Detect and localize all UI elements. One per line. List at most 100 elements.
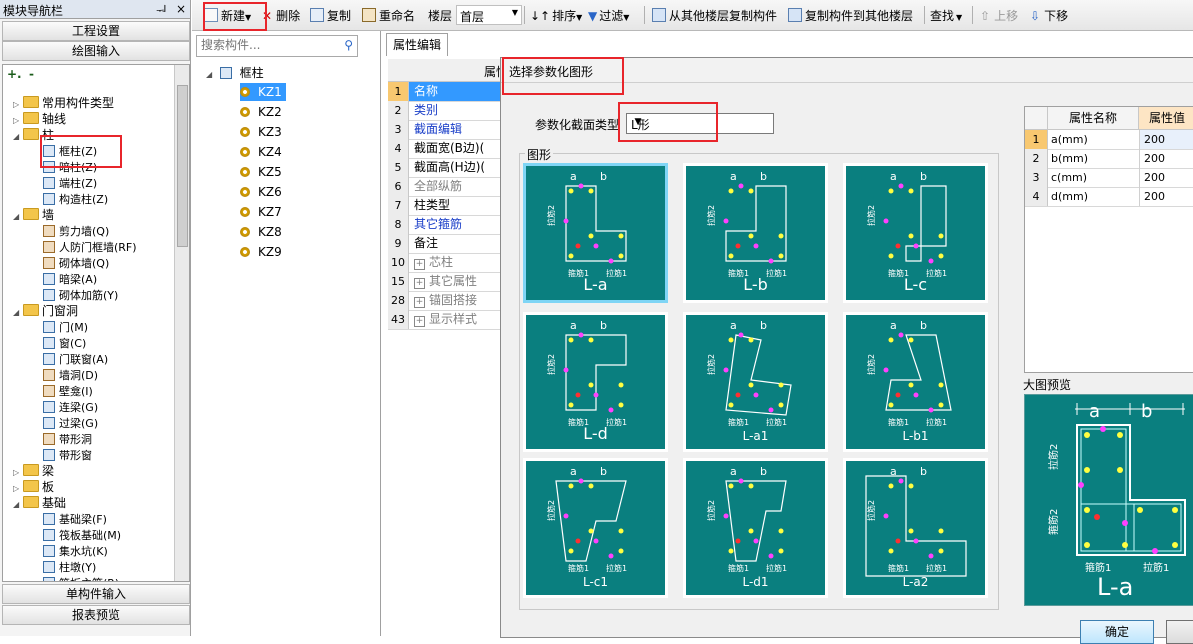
- property-row[interactable]: 6 全部纵筋: [388, 177, 512, 197]
- tree-item[interactable]: 过梁(G): [43, 415, 98, 431]
- component-item[interactable]: KZ4: [240, 143, 282, 161]
- tree-item[interactable]: ▷ 板: [13, 479, 54, 495]
- property-row[interactable]: 3 截面编辑: [388, 120, 512, 140]
- tree-item[interactable]: 人防门框墙(RF): [43, 239, 137, 255]
- tree-item[interactable]: 带形窗: [43, 447, 92, 463]
- project-settings-button[interactable]: 工程设置: [2, 21, 190, 41]
- tree-item[interactable]: 柱墩(Y): [43, 559, 96, 575]
- ok-button[interactable]: 确定: [1080, 620, 1154, 644]
- rename-button[interactable]: 重命名: [362, 7, 415, 24]
- tree-item[interactable]: 暗梁(A): [43, 271, 97, 287]
- tree-item[interactable]: ◢ 门窗洞: [13, 303, 78, 319]
- property-row[interactable]: 7 柱类型: [388, 196, 512, 216]
- collapse-all-icon[interactable]: -: [29, 67, 34, 81]
- property-row[interactable]: 2 类别: [388, 101, 512, 121]
- single-component-input-button[interactable]: 单构件输入: [2, 584, 190, 604]
- property-row[interactable]: 1 名称: [388, 82, 512, 102]
- property-row[interactable]: 10 + 芯柱: [388, 253, 512, 273]
- attribute-value[interactable]: 200: [1139, 130, 1193, 149]
- component-item[interactable]: KZ3: [240, 123, 282, 141]
- shape-option[interactable]: a b 拉筋2 箍筋1 拉筋1 L-c1: [523, 458, 668, 598]
- property-row[interactable]: 43 + 显示样式: [388, 310, 512, 330]
- tree-item[interactable]: 筏板主筋(R): [43, 575, 119, 581]
- floor-select[interactable]: 首层 ▼: [456, 5, 522, 25]
- attribute-value[interactable]: 200: [1139, 187, 1193, 206]
- tree-item[interactable]: 壁龛(I): [43, 383, 93, 399]
- tree-item[interactable]: 墙洞(D): [43, 367, 98, 383]
- shape-option[interactable]: a b 拉筋2 箍筋1 拉筋1 L-b: [683, 163, 828, 303]
- shape-option[interactable]: a b 拉筋2 箍筋1 拉筋1 L-d: [523, 312, 668, 452]
- component-item[interactable]: KZ9: [240, 243, 282, 261]
- tree-item[interactable]: 门(M): [43, 319, 88, 335]
- component-item[interactable]: KZ5: [240, 163, 282, 181]
- attribute-value[interactable]: 200: [1139, 168, 1193, 187]
- component-item[interactable]: KZ7: [240, 203, 282, 221]
- shape-option[interactable]: a b 拉筋2 箍筋1 拉筋1 L-b1: [843, 312, 988, 452]
- tree-item[interactable]: 集水坑(K): [43, 543, 108, 559]
- attribute-value[interactable]: 200: [1139, 149, 1193, 168]
- close-icon[interactable]: ×: [176, 2, 186, 16]
- tab-property-edit[interactable]: 属性编辑: [386, 33, 448, 56]
- copy-to-floor-button[interactable]: 复制构件到其他楼层: [788, 7, 913, 24]
- expand-icon[interactable]: +: [414, 316, 425, 327]
- delete-button[interactable]: ✕ 删除: [262, 7, 300, 24]
- tree-item[interactable]: ▷ 常用构件类型: [13, 95, 114, 111]
- attribute-row[interactable]: 4 d(mm) 200: [1025, 187, 1193, 207]
- filter-button[interactable]: ▼ 过滤▼: [588, 7, 629, 24]
- nav-tree-scrollbar[interactable]: [174, 65, 189, 581]
- collapse-icon[interactable]: ◢: [13, 305, 23, 321]
- tree-item[interactable]: ◢ 基础: [13, 495, 66, 511]
- attribute-row[interactable]: 1 a(mm) 200: [1025, 130, 1193, 150]
- tree-item[interactable]: 窗(C): [43, 335, 86, 351]
- pin-icon[interactable]: ᅯ: [156, 2, 167, 19]
- collapse-icon[interactable]: ◢: [206, 67, 216, 83]
- tree-root-frame-column[interactable]: ◢ 框柱: [206, 65, 264, 81]
- copy-button[interactable]: 复制: [310, 7, 351, 24]
- move-down-button[interactable]: ⇩ 下移: [1030, 7, 1068, 24]
- expand-icon[interactable]: +: [414, 278, 425, 289]
- tree-item[interactable]: ▷ 轴线: [13, 111, 66, 127]
- shape-option[interactable]: a b 拉筋2 箍筋1 拉筋1 L-c: [843, 163, 988, 303]
- property-row[interactable]: 4 截面宽(B边)(: [388, 139, 512, 159]
- drawing-input-button[interactable]: 绘图输入: [2, 41, 190, 61]
- report-preview-button[interactable]: 报表预览: [2, 605, 190, 625]
- property-row[interactable]: 9 备注: [388, 234, 512, 254]
- collapse-icon[interactable]: ◢: [13, 129, 23, 145]
- tree-item[interactable]: 剪力墙(Q): [43, 223, 109, 239]
- find-button[interactable]: 查找 ▼: [930, 7, 962, 24]
- search-input[interactable]: [197, 36, 345, 54]
- search-icon[interactable]: ⚲: [344, 38, 353, 52]
- shape-option[interactable]: a b 拉筋2 箍筋1 拉筋1 L-a: [523, 163, 668, 303]
- move-up-button[interactable]: ⇧ 上移: [980, 7, 1018, 24]
- component-item[interactable]: KZ6: [240, 183, 282, 201]
- tree-item[interactable]: 门联窗(A): [43, 351, 108, 367]
- expand-all-icon[interactable]: +.: [7, 67, 22, 81]
- tree-item[interactable]: 基础梁(F): [43, 511, 107, 527]
- copy-from-floor-button[interactable]: 从其他楼层复制构件: [652, 7, 777, 24]
- property-row[interactable]: 8 其它箍筋: [388, 215, 512, 235]
- tree-item[interactable]: ▷ 梁: [13, 463, 54, 479]
- tree-item[interactable]: 砌体墙(Q): [43, 255, 109, 271]
- component-item[interactable]: KZ8: [240, 223, 282, 241]
- expand-icon[interactable]: +: [414, 259, 425, 270]
- component-item[interactable]: KZ2: [240, 103, 282, 121]
- tree-item[interactable]: ◢ 墙: [13, 207, 54, 223]
- attribute-row[interactable]: 2 b(mm) 200: [1025, 149, 1193, 169]
- property-row[interactable]: 28 + 锚固搭接: [388, 291, 512, 311]
- property-row[interactable]: 15 + 其它属性: [388, 272, 512, 292]
- tree-item[interactable]: 端柱(Z): [43, 175, 97, 191]
- collapse-icon[interactable]: ◢: [13, 497, 23, 513]
- attribute-row[interactable]: 3 c(mm) 200: [1025, 168, 1193, 188]
- tree-item[interactable]: 筏板基础(M): [43, 527, 121, 543]
- tree-item[interactable]: 带形洞: [43, 431, 92, 447]
- sort-button[interactable]: ↓↑ 排序▼: [530, 7, 582, 24]
- tree-item[interactable]: 砌体加筋(Y): [43, 287, 118, 303]
- shape-option[interactable]: a b 拉筋2 箍筋1 拉筋1 L-d1: [683, 458, 828, 598]
- collapse-icon[interactable]: ◢: [13, 209, 23, 225]
- tree-item[interactable]: 连梁(G): [43, 399, 98, 415]
- cancel-button[interactable]: [1166, 620, 1193, 644]
- shape-option[interactable]: a b 拉筋2 箍筋1 拉筋1 L-a1: [683, 312, 828, 452]
- expand-icon[interactable]: +: [414, 297, 425, 308]
- component-item[interactable]: KZ1: [240, 83, 286, 101]
- tree-item[interactable]: 构造柱(Z): [43, 191, 108, 207]
